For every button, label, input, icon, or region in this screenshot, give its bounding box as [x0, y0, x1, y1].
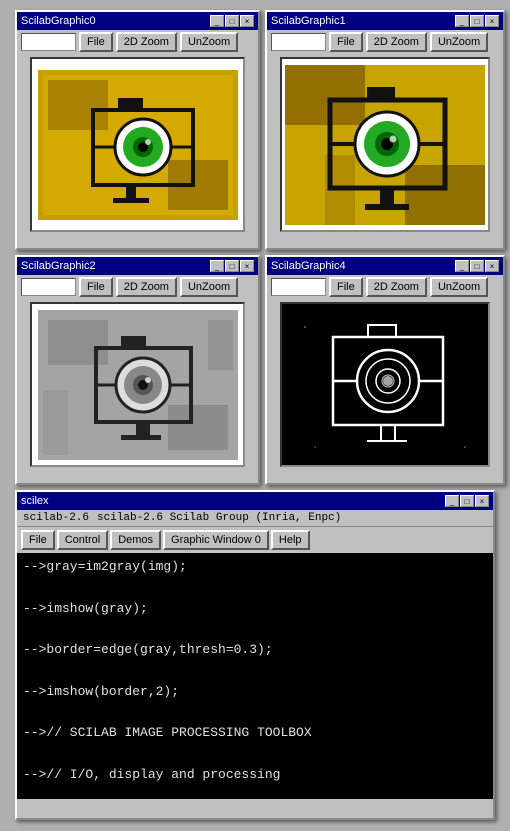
- unzoom-button-0[interactable]: UnZoom: [180, 32, 238, 52]
- minimize-button[interactable]: _: [210, 15, 224, 27]
- graphic0-window: ScilabGraphic0 _ □ × File 2D Zoom UnZoom: [15, 10, 260, 250]
- scilex-code-area[interactable]: -->gray=im2gray(img); -->imshow(gray); -…: [17, 553, 493, 799]
- close-button[interactable]: ×: [240, 15, 254, 27]
- code-line: -->// SCILAB IMAGE PROCESSING TOOLBOX: [23, 723, 487, 744]
- close-button-1[interactable]: ×: [485, 15, 499, 27]
- graphic4-toolbar: File 2D Zoom UnZoom: [267, 275, 503, 299]
- graphic1-canvas: [280, 57, 490, 232]
- scilex-toolbar: File Control Demos Graphic Window 0 Help: [17, 527, 493, 553]
- graphic0-input[interactable]: [21, 33, 76, 51]
- zoom2d-button-0[interactable]: 2D Zoom: [116, 32, 177, 52]
- graphic4-input[interactable]: [271, 278, 326, 296]
- graphic1-window: ScilabGraphic1 _ □ × File 2D Zoom UnZoom: [265, 10, 505, 250]
- code-line: [23, 661, 487, 682]
- graphic1-title: ScilabGraphic1: [271, 15, 455, 27]
- status-right: scilab-2.6 Scilab Group (Inria, Enpc): [97, 512, 341, 524]
- close-button-4[interactable]: ×: [485, 260, 499, 272]
- file-button-4[interactable]: File: [329, 277, 363, 297]
- graphic1-titlebar: ScilabGraphic1 _ □ ×: [267, 12, 503, 30]
- code-line: -->border=edge(gray,thresh=0.3);: [23, 640, 487, 661]
- scilex-title: scilex: [21, 495, 445, 507]
- zoom2d-button-4[interactable]: 2D Zoom: [366, 277, 427, 297]
- graphic2-toolbar: File 2D Zoom UnZoom: [17, 275, 258, 299]
- graphic-window-menu-scilex[interactable]: Graphic Window 0: [163, 530, 269, 550]
- graphic4-title: ScilabGraphic4: [271, 260, 455, 272]
- code-line: [23, 578, 487, 599]
- graphic2-window: ScilabGraphic2 _ □ × File 2D Zoom UnZoom: [15, 255, 260, 485]
- graphic4-titlebar: ScilabGraphic4 _ □ ×: [267, 257, 503, 275]
- close-button-scilex[interactable]: ×: [475, 495, 489, 507]
- code-line: [23, 786, 487, 799]
- unzoom-button-4[interactable]: UnZoom: [430, 277, 488, 297]
- color-eye-image: [38, 70, 238, 220]
- zoom2d-button-2[interactable]: 2D Zoom: [116, 277, 177, 297]
- scilex-window: scilex _ □ × scilab-2.6 scilab-2.6 Scila…: [15, 490, 495, 820]
- edge-eye-image: [285, 307, 485, 462]
- minimize-button-4[interactable]: _: [455, 260, 469, 272]
- minimize-button-2[interactable]: _: [210, 260, 224, 272]
- code-line: -->// I/O, display and processing: [23, 765, 487, 786]
- code-line: [23, 703, 487, 724]
- code-line: [23, 744, 487, 765]
- graphic1-input[interactable]: [271, 33, 326, 51]
- graphic2-titlebar: ScilabGraphic2 _ □ ×: [17, 257, 258, 275]
- file-button-1[interactable]: File: [329, 32, 363, 52]
- zoom2d-button-1[interactable]: 2D Zoom: [366, 32, 427, 52]
- minimize-button-1[interactable]: _: [455, 15, 469, 27]
- close-button-2[interactable]: ×: [240, 260, 254, 272]
- demos-menu-scilex[interactable]: Demos: [110, 530, 161, 550]
- status-left: scilab-2.6: [23, 512, 89, 524]
- code-line: -->imshow(gray);: [23, 599, 487, 620]
- maximize-button-2[interactable]: □: [225, 260, 239, 272]
- graphic0-canvas: [30, 57, 245, 232]
- scilex-titlebar: scilex _ □ ×: [17, 492, 493, 510]
- unzoom-button-2[interactable]: UnZoom: [180, 277, 238, 297]
- color-eye-image-1: [285, 65, 485, 225]
- graphic0-titlebar: ScilabGraphic0 _ □ ×: [17, 12, 258, 30]
- gray-eye-image: [38, 310, 238, 460]
- graphic4-canvas: [280, 302, 490, 467]
- file-menu-scilex[interactable]: File: [21, 530, 55, 550]
- maximize-button-1[interactable]: □: [470, 15, 484, 27]
- code-line: -->gray=im2gray(img);: [23, 557, 487, 578]
- maximize-button-scilex[interactable]: □: [460, 495, 474, 507]
- unzoom-button-1[interactable]: UnZoom: [430, 32, 488, 52]
- graphic0-toolbar: File 2D Zoom UnZoom: [17, 30, 258, 54]
- minimize-button-scilex[interactable]: _: [445, 495, 459, 507]
- file-button-0[interactable]: File: [79, 32, 113, 52]
- file-button-2[interactable]: File: [79, 277, 113, 297]
- code-line: -->imshow(border,2);: [23, 682, 487, 703]
- control-menu-scilex[interactable]: Control: [57, 530, 108, 550]
- graphic1-toolbar: File 2D Zoom UnZoom: [267, 30, 503, 54]
- graphic0-title: ScilabGraphic0: [21, 15, 210, 27]
- help-menu-scilex[interactable]: Help: [271, 530, 310, 550]
- graphic2-input[interactable]: [21, 278, 76, 296]
- maximize-button[interactable]: □: [225, 15, 239, 27]
- graphic4-window: ScilabGraphic4 _ □ × File 2D Zoom UnZoom: [265, 255, 505, 485]
- graphic2-title: ScilabGraphic2: [21, 260, 210, 272]
- maximize-button-4[interactable]: □: [470, 260, 484, 272]
- code-line: [23, 619, 487, 640]
- scilex-status-bar: scilab-2.6 scilab-2.6 Scilab Group (Inri…: [17, 510, 493, 527]
- graphic2-canvas: [30, 302, 245, 467]
